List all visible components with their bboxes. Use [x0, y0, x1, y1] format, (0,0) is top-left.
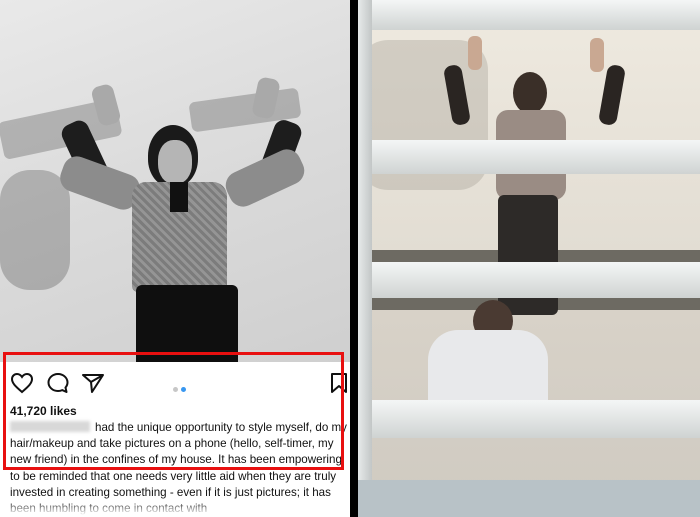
- behind-the-scenes-photo: [358, 0, 700, 517]
- railing-bar: [358, 400, 700, 438]
- railing-bar: [358, 0, 700, 30]
- image-divider: [350, 0, 358, 517]
- railing-bar: [358, 140, 700, 174]
- instagram-post: 41,720 likes had the unique opportunity …: [0, 0, 350, 517]
- railing-post: [358, 0, 372, 517]
- post-photo: [0, 0, 350, 362]
- railing-bar: [358, 262, 700, 298]
- red-highlight-box: [3, 352, 344, 470]
